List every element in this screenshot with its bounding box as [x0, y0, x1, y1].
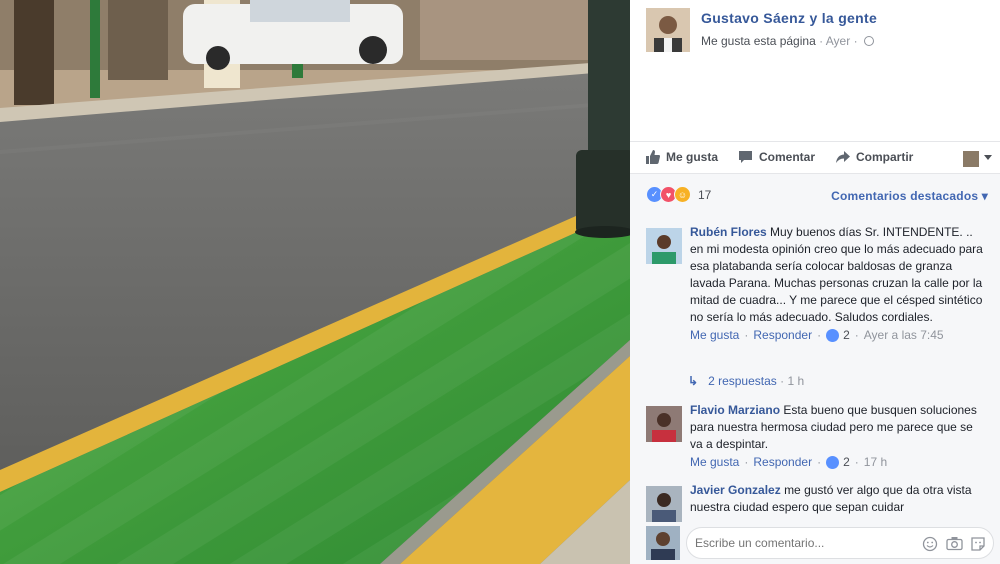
comment-text: Muy buenos días Sr. INTENDENTE. .. en mi… — [690, 225, 983, 324]
comment-composer — [630, 522, 1000, 564]
view-replies-link[interactable]: ↳ 2 respuestas · 1 h — [688, 374, 804, 388]
comment-input[interactable] — [695, 536, 905, 550]
comment-body: Rubén Flores Muy buenos días Sr. INTENDE… — [690, 224, 986, 344]
page-avatar[interactable] — [646, 8, 690, 52]
post-actions-bar: Me gusta Comentar Compartir — [630, 142, 1000, 174]
share-button-label: Compartir — [856, 150, 914, 164]
comment-like-link[interactable]: Me gusta — [690, 454, 739, 471]
sticker-icon[interactable] — [969, 535, 987, 552]
camera-icon[interactable] — [945, 535, 963, 552]
comment-sort-label: Comentarios destacados — [831, 189, 979, 203]
post-sidebar: Gustavo Sáenz y la gente Me gusta esta p… — [630, 0, 1000, 564]
page-name-link[interactable]: Gustavo Sáenz y la gente — [701, 10, 877, 26]
like-button-label: Me gusta — [666, 150, 719, 164]
reaction-count: 17 — [698, 187, 712, 202]
comment-body: Javier Gonzalez me gustó ver algo que da… — [690, 482, 986, 516]
comment-like-count[interactable]: 2 — [843, 454, 850, 471]
comment-button[interactable]: Comentar — [738, 150, 815, 164]
meta-separator: · — [819, 34, 824, 48]
chevron-down-icon[interactable] — [984, 155, 992, 160]
comment-actions: Me gusta · Responder · 2 · 17 h — [690, 454, 888, 471]
share-icon — [836, 151, 850, 163]
comment-author-link[interactable]: Rubén Flores — [690, 225, 767, 239]
like-page-link[interactable]: Me gusta esta página — [701, 34, 816, 48]
commenter-avatar[interactable] — [646, 228, 682, 264]
post-header: Gustavo Sáenz y la gente Me gusta esta p… — [630, 0, 1000, 142]
share-button[interactable]: Compartir — [835, 150, 913, 164]
replies-time: 1 h — [787, 374, 805, 388]
comment-reply-link[interactable]: Responder — [753, 327, 812, 344]
like-count-icon — [826, 456, 840, 469]
reply-arrow-icon: ↳ — [688, 374, 699, 388]
comment-sort-dropdown[interactable]: Comentarios destacados ▾ — [831, 189, 988, 203]
post-photo[interactable] — [0, 0, 630, 564]
reactions-summary[interactable]: ✓ ♥ ☺ 17 — [646, 186, 711, 203]
composer-tools — [921, 535, 987, 552]
comment-actions: Me gusta · Responder · 2 · Ayer a las 7:45 — [690, 327, 944, 344]
street-scene-image — [0, 0, 630, 564]
comment-author-link[interactable]: Javier Gonzalez — [690, 483, 781, 497]
composer-avatar — [646, 526, 680, 560]
comment-icon — [739, 151, 752, 163]
comment-button-label: Comentar — [759, 150, 816, 164]
post-meta: Me gusta esta página · Ayer · — [701, 34, 874, 48]
meta-separator-2: · — [853, 34, 858, 48]
like-button[interactable]: Me gusta — [646, 150, 718, 164]
comments-section: ✓ ♥ ☺ 17 Comentarios destacados ▾ Rubén … — [630, 174, 1000, 564]
like-count-icon — [826, 329, 840, 342]
comment-reply-link[interactable]: Responder — [753, 454, 812, 471]
globe-icon — [863, 36, 874, 46]
commenter-avatar[interactable] — [646, 406, 682, 442]
haha-reaction-icon: ☺ — [674, 186, 691, 203]
comment-time[interactable]: Ayer a las 7:45 — [864, 327, 944, 344]
thumbs-up-icon — [646, 150, 660, 164]
emoji-icon[interactable] — [921, 535, 939, 552]
post-as-avatar[interactable] — [963, 151, 979, 167]
comment-time[interactable]: 17 h — [864, 454, 887, 471]
commenter-avatar[interactable] — [646, 486, 682, 522]
comment-input-box[interactable] — [686, 527, 994, 559]
replies-count: 2 respuestas — [708, 374, 777, 388]
comment-like-link[interactable]: Me gusta — [690, 327, 739, 344]
post-time[interactable]: Ayer — [826, 34, 850, 48]
comment-like-count[interactable]: 2 — [843, 327, 850, 344]
comment-body: Flavio Marziano Esta bueno que busquen s… — [690, 402, 986, 471]
comment-author-link[interactable]: Flavio Marziano — [690, 403, 780, 417]
